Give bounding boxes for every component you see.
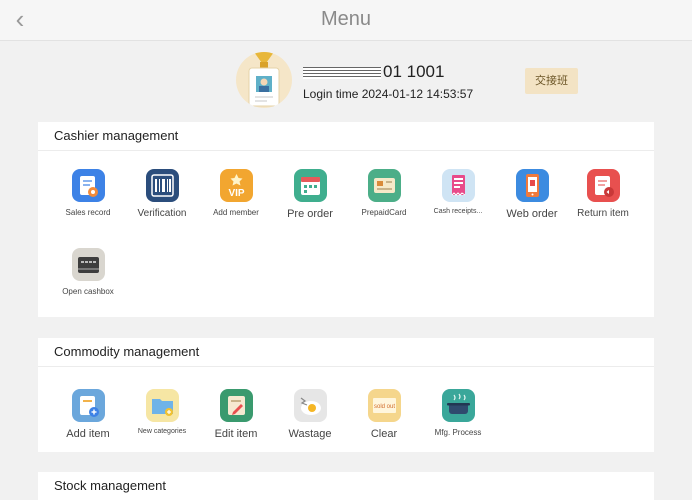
item-label: Clear	[370, 428, 398, 440]
user-name-suffix: 01 1001	[383, 62, 445, 81]
item-label: Verification	[137, 208, 187, 219]
mobile-order-icon	[515, 169, 549, 202]
commodity-section: Commodity management Add item New catego…	[38, 338, 654, 452]
avatar	[236, 52, 292, 108]
return-item-button[interactable]: Return item	[566, 169, 640, 219]
broken-egg-icon	[293, 389, 327, 422]
web-order-button[interactable]: Web order	[495, 169, 569, 220]
item-label: Sales record	[65, 208, 111, 217]
item-label: Wastage	[288, 428, 332, 440]
sold-out-text: sold out	[373, 404, 394, 410]
return-icon	[586, 169, 620, 202]
item-label: Return item	[577, 208, 629, 219]
pre-order-button[interactable]: Pre order	[273, 169, 347, 220]
item-label: Pre order	[287, 208, 333, 220]
top-bar: ‹ Menu	[0, 0, 692, 41]
edit-icon	[219, 389, 253, 422]
add-item-button[interactable]: Add item	[51, 389, 125, 440]
calendar-icon	[293, 169, 327, 202]
stock-section: Stock management	[38, 472, 654, 500]
sales-record-button[interactable]: Sales record	[51, 169, 125, 217]
user-panel: 01 1001 Login time 2024-01-12 14:53:57 交…	[0, 40, 692, 120]
item-label: PrepaidCard	[361, 208, 407, 217]
item-label: Open cashbox	[62, 287, 114, 296]
mfg-process-button[interactable]: Mfg. Process	[421, 389, 495, 437]
cash-receipts-button[interactable]: Cash receipts...	[421, 169, 495, 215]
item-label: Web order	[506, 208, 558, 220]
item-label: Add member	[213, 208, 259, 217]
section-title: Cashier management	[38, 122, 654, 151]
new-categories-button[interactable]: New categories	[125, 389, 199, 435]
clear-button[interactable]: sold out Clear	[347, 389, 421, 440]
edit-item-button[interactable]: Edit item	[199, 389, 273, 440]
cashbox-icon	[71, 248, 105, 281]
add-member-button[interactable]: VIP Add member	[199, 169, 273, 217]
receipt-icon	[441, 169, 475, 202]
folder-add-icon	[145, 389, 179, 422]
add-item-icon	[71, 389, 105, 422]
cashier-section: Cashier management Sales record Verifica…	[38, 122, 654, 317]
redacted-block	[303, 66, 381, 79]
prepaid-card-icon	[367, 169, 401, 202]
prepaid-card-button[interactable]: PrepaidCard	[347, 169, 421, 217]
item-label: Edit item	[214, 428, 258, 440]
section-title: Stock management	[54, 478, 167, 493]
vip-card-icon: VIP	[219, 169, 253, 202]
user-name: 01 1001	[303, 62, 444, 82]
vip-badge-text: VIP	[228, 188, 244, 199]
barcode-scan-icon	[145, 169, 179, 202]
item-label: Add item	[66, 428, 110, 440]
id-badge-icon	[248, 52, 280, 107]
item-label: Mfg. Process	[434, 428, 482, 437]
item-label: New categories	[137, 428, 187, 435]
open-cashbox-button[interactable]: Open cashbox	[51, 248, 125, 296]
wastage-button[interactable]: Wastage	[273, 389, 347, 440]
item-label: Cash receipts...	[433, 208, 483, 215]
verification-button[interactable]: Verification	[125, 169, 199, 219]
sales-record-icon	[71, 169, 105, 202]
page-title: Menu	[320, 8, 372, 30]
shift-handover-button[interactable]: 交接班	[525, 68, 578, 94]
section-title: Commodity management	[38, 338, 654, 367]
sold-out-sign-icon: sold out	[367, 389, 401, 422]
cooking-pot-icon	[441, 389, 475, 422]
login-time: Login time 2024-01-12 14:53:57	[303, 87, 474, 101]
